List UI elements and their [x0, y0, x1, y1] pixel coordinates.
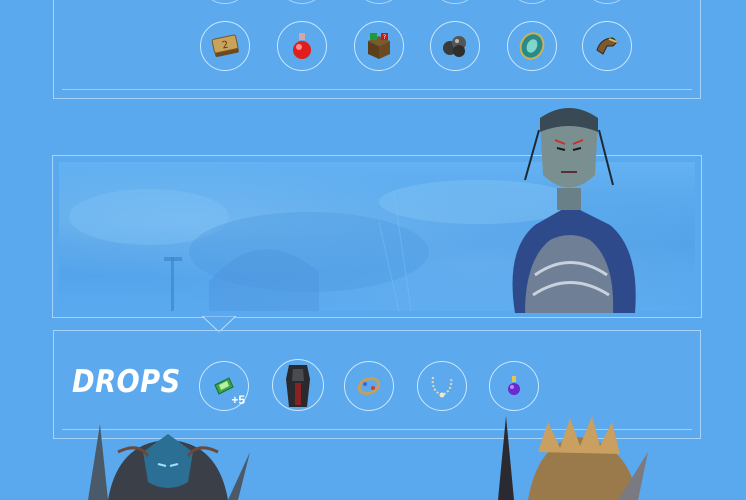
- drop-slot-necklace[interactable]: [417, 361, 467, 411]
- drop-slot-gem[interactable]: +5: [199, 361, 249, 411]
- panel-divider: [62, 89, 692, 90]
- armor-icon: [286, 365, 310, 407]
- enchant-level-badge: +5: [231, 393, 245, 407]
- drop-slot-bracelet[interactable]: [344, 361, 394, 411]
- dark-knight-portrait: [88, 424, 250, 500]
- reward-slot-seal[interactable]: [507, 21, 557, 71]
- reward-slot-mystery-box[interactable]: ?: [354, 21, 404, 71]
- mystery-box-icon: ?: [368, 33, 390, 59]
- warrior-portrait: [498, 416, 648, 500]
- gauntlet-icon: [596, 37, 618, 55]
- drop-slot-armor[interactable]: [272, 359, 324, 411]
- bracelet-icon: [357, 377, 381, 395]
- boss-portrait: [512, 108, 636, 313]
- book-icon: 2: [211, 34, 239, 57]
- reward-slot-gauntlet[interactable]: [582, 21, 632, 71]
- reward-slot-potion[interactable]: [277, 21, 327, 71]
- drop-slot-elixir[interactable]: [489, 361, 539, 411]
- reward-slot-book[interactable]: 2: [200, 21, 250, 71]
- necklace-icon: [431, 376, 453, 398]
- potion-icon: [293, 33, 311, 59]
- seal-icon: [519, 32, 545, 60]
- drops-title: DROPS: [72, 364, 181, 400]
- elixir-icon: [508, 376, 520, 395]
- ore-icon: [443, 36, 466, 57]
- reward-slot-ore[interactable]: [430, 21, 480, 71]
- svg-text:?: ?: [383, 34, 386, 41]
